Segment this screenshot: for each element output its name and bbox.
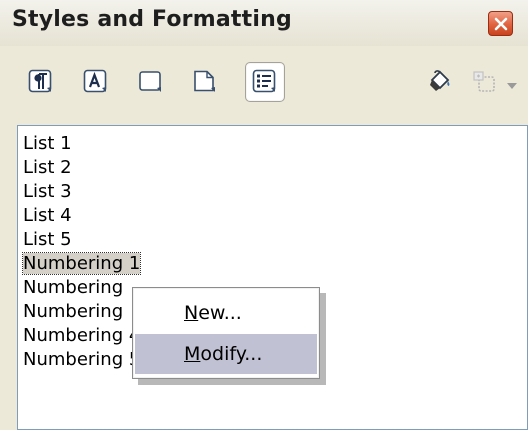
character-styles-icon [83,69,107,93]
list-styles-button[interactable] [245,62,285,102]
paragraph-styles-button[interactable] [21,62,61,102]
fill-format-mode-icon [430,70,450,91]
new-mnemonic: N [184,302,199,324]
new-style-from-selection-icon [473,71,495,92]
frame-styles-button[interactable] [131,62,171,102]
list-item-list-3[interactable]: List 3 [23,180,72,204]
paragraph-styles-icon [28,69,52,93]
title-bar[interactable]: Styles and Formatting [0,0,528,46]
list-item-list-1[interactable]: List 1 [23,132,72,156]
close-icon [494,17,507,30]
context-menu-modify[interactable]: Modify... [135,334,317,374]
page-styles-icon [194,70,215,92]
list-item-numbering-3[interactable]: Numbering [23,300,123,324]
styles-toolbar [0,46,528,118]
list-item-list-2[interactable]: List 2 [23,156,72,180]
window-title: Styles and Formatting [12,7,292,32]
list-styles-icon [252,69,276,93]
new-label: ew... [198,302,242,324]
list-item-list-4[interactable]: List 4 [23,204,72,228]
close-button[interactable] [488,11,513,36]
fill-format-mode-button[interactable] [420,62,460,102]
modify-mnemonic: M [184,343,201,365]
context-menu: New... Modify... [132,287,320,379]
styles-and-formatting-window: Styles and Formatting List 1 List 2 List… [0,0,528,430]
page-styles-button[interactable] [185,62,225,102]
list-item-numbering-2[interactable]: Numbering [23,276,123,300]
new-style-from-selection-button[interactable] [465,62,505,102]
list-item-numbering-1[interactable]: Numbering 1 [21,252,142,276]
list-item-list-5[interactable]: List 5 [23,228,72,252]
character-styles-button[interactable] [76,62,116,102]
context-menu-new[interactable]: New... [135,293,317,333]
list-item-numbering-4[interactable]: Numbering 4 [23,324,140,348]
modify-label: odify... [200,343,263,365]
list-item-numbering-5[interactable]: Numbering 5 [23,348,140,372]
frame-styles-icon [139,71,161,92]
new-style-dropdown-arrow-icon[interactable] [507,83,517,89]
